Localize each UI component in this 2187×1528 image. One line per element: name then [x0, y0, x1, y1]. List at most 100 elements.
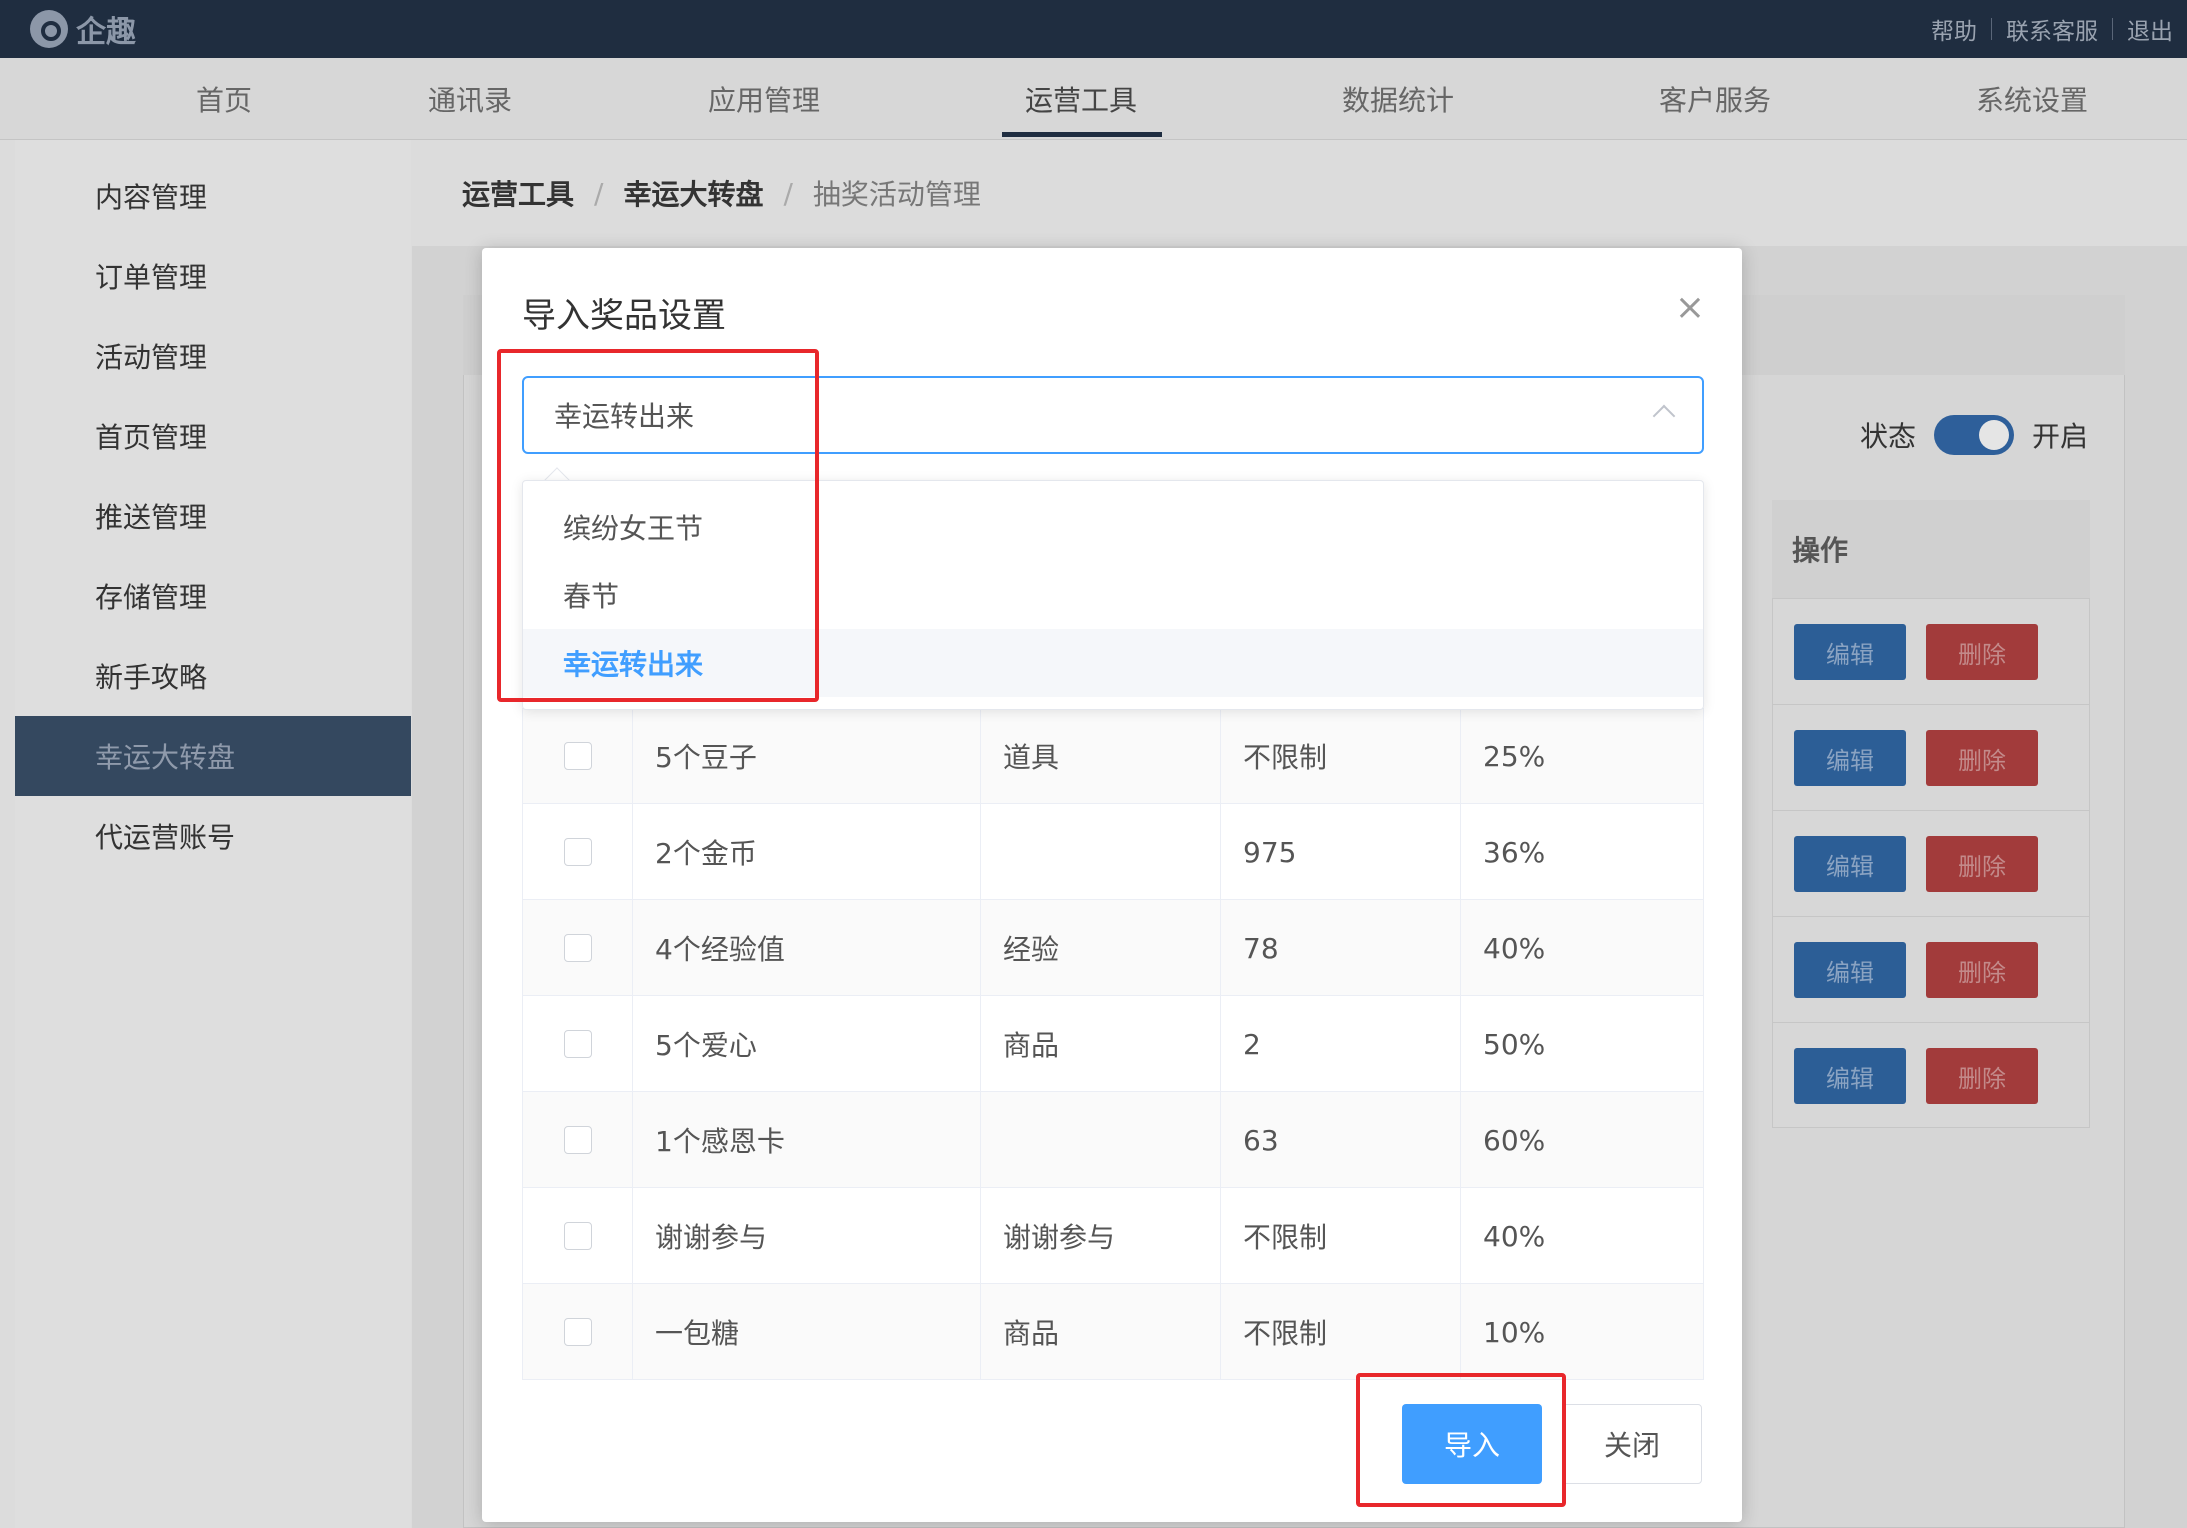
- contact-support-link[interactable]: 联系客服: [1992, 12, 2112, 46]
- status-switch[interactable]: [1934, 415, 2015, 455]
- close-button[interactable]: 关闭: [1562, 1404, 1702, 1484]
- delete-button[interactable]: 删除: [1926, 730, 2038, 786]
- row-checkbox[interactable]: [563, 1030, 592, 1058]
- table-row: 编辑 删除: [1772, 916, 2090, 1022]
- table-row: 一包糖 商品 不限制 10%: [522, 1284, 1704, 1380]
- table-row: 编辑 删除: [1772, 704, 2090, 810]
- row-checkbox[interactable]: [563, 742, 592, 770]
- activity-select[interactable]: 幸运转出来: [522, 376, 1704, 454]
- row-checkbox-cell: [523, 804, 633, 900]
- prize-type: 商品: [981, 996, 1221, 1092]
- prize-rate: 10%: [1483, 1315, 1546, 1349]
- row-checkbox-cell: [523, 708, 633, 804]
- select-value: 幸运转出来: [554, 400, 695, 433]
- nav-system-settings[interactable]: 系统设置: [1976, 58, 2088, 140]
- main-nav: 首页 通讯录 应用管理 运营工具 数据统计 客户服务 系统设置: [0, 58, 2187, 140]
- breadcrumb-separator: /: [594, 176, 604, 210]
- prize-name: 2个金币: [633, 804, 981, 900]
- prize-name: 谢谢参与: [633, 1188, 981, 1284]
- dropdown-option[interactable]: 春节: [523, 561, 1703, 629]
- prize-limit: 不限制: [1221, 1284, 1461, 1380]
- sidebar-item-activities[interactable]: 活动管理: [15, 316, 411, 396]
- prize-name: 5个豆子: [633, 708, 981, 804]
- prize-rate: 25%: [1483, 739, 1546, 773]
- prize-limit: 不限制: [1221, 708, 1461, 804]
- prize-type: 商品: [981, 1284, 1221, 1380]
- table-row: 4个经验值 经验 78 40%: [522, 900, 1704, 996]
- nav-home[interactable]: 首页: [196, 58, 252, 140]
- row-checkbox-cell: [523, 1284, 633, 1380]
- delete-button[interactable]: 删除: [1926, 836, 2038, 892]
- sidebar-item-content[interactable]: 内容管理: [15, 156, 411, 236]
- import-prize-dialog: 导入奖品设置 × 幸运转出来 5个豆子 道具 不限制 25% 2个金币 975 …: [482, 248, 1742, 1522]
- nav-operation-tools[interactable]: 运营工具: [1025, 58, 1137, 140]
- edit-button[interactable]: 编辑: [1794, 624, 1906, 680]
- chevron-up-icon: [1652, 404, 1676, 428]
- prize-rate: 40%: [1483, 1219, 1546, 1253]
- activity-dropdown: 缤纷女王节 春节 幸运转出来: [522, 480, 1704, 710]
- row-checkbox-cell: [523, 1092, 633, 1188]
- dropdown-option[interactable]: 缤纷女王节: [523, 493, 1703, 561]
- prize-rate: 50%: [1483, 1027, 1546, 1061]
- nav-customer-service[interactable]: 客户服务: [1659, 58, 1771, 140]
- row-checkbox[interactable]: [563, 1222, 592, 1250]
- prize-name: 一包糖: [633, 1284, 981, 1380]
- row-checkbox-cell: [523, 1188, 633, 1284]
- breadcrumb-item[interactable]: 运营工具: [462, 173, 574, 213]
- dropdown-option-selected[interactable]: 幸运转出来: [523, 629, 1703, 697]
- sidebar-item-agent-account[interactable]: 代运营账号: [15, 796, 411, 876]
- nav-data-statistics[interactable]: 数据统计: [1342, 58, 1454, 140]
- delete-button[interactable]: 删除: [1926, 1048, 2038, 1104]
- sidebar: 内容管理 订单管理 活动管理 首页管理 推送管理 存储管理 新手攻略 幸运大转盘…: [15, 140, 411, 1528]
- row-checkbox[interactable]: [563, 1318, 592, 1346]
- table-row: 谢谢参与 谢谢参与 不限制 40%: [522, 1188, 1704, 1284]
- close-icon[interactable]: ×: [1672, 290, 1708, 326]
- prize-limit: 78: [1221, 900, 1461, 996]
- breadcrumb-separator: /: [783, 176, 793, 210]
- edit-button[interactable]: 编辑: [1794, 942, 1906, 998]
- status-value: 开启: [2032, 420, 2089, 453]
- status-toggle-group: 状态 开启: [1860, 415, 2088, 455]
- table-row: 1个感恩卡 63 60%: [522, 1092, 1704, 1188]
- edit-button[interactable]: 编辑: [1794, 730, 1906, 786]
- table-row: 编辑 删除: [1772, 810, 2090, 916]
- prize-limit: 不限制: [1221, 1188, 1461, 1284]
- prize-limit: 63: [1221, 1092, 1461, 1188]
- sidebar-item-lucky-wheel[interactable]: 幸运大转盘: [15, 716, 411, 796]
- sidebar-item-guide[interactable]: 新手攻略: [15, 636, 411, 716]
- status-label: 状态: [1860, 420, 1917, 453]
- help-link[interactable]: 帮助: [1917, 12, 1991, 46]
- delete-button[interactable]: 删除: [1926, 942, 2038, 998]
- app-logo[interactable]: 企趣: [30, 6, 136, 52]
- breadcrumb-current: 抽奖活动管理: [812, 178, 981, 211]
- sidebar-item-push[interactable]: 推送管理: [15, 476, 411, 556]
- logout-link[interactable]: 退出: [2113, 12, 2187, 46]
- row-checkbox[interactable]: [563, 838, 592, 866]
- prize-type: [981, 804, 1221, 900]
- sidebar-item-storage[interactable]: 存储管理: [15, 556, 411, 636]
- sidebar-item-homepage[interactable]: 首页管理: [15, 396, 411, 476]
- row-checkbox[interactable]: [563, 1126, 592, 1154]
- table-row: 编辑 删除: [1772, 1022, 2090, 1128]
- edit-button[interactable]: 编辑: [1794, 1048, 1906, 1104]
- table-row: 5个爱心 商品 2 50%: [522, 996, 1704, 1092]
- table-row: 5个豆子 道具 不限制 25%: [522, 708, 1704, 804]
- prize-limit: 975: [1221, 804, 1461, 900]
- prize-rate: 40%: [1483, 931, 1546, 965]
- ops-column-header: 操作: [1772, 500, 2090, 598]
- sidebar-item-orders[interactable]: 订单管理: [15, 236, 411, 316]
- prize-type: 道具: [981, 708, 1221, 804]
- edit-button[interactable]: 编辑: [1794, 836, 1906, 892]
- nav-app-management[interactable]: 应用管理: [708, 58, 820, 140]
- prize-type: [981, 1092, 1221, 1188]
- breadcrumb-item[interactable]: 幸运大转盘: [623, 173, 763, 213]
- delete-button[interactable]: 删除: [1926, 624, 2038, 680]
- row-checkbox-cell: [523, 996, 633, 1092]
- breadcrumb: 运营工具 / 幸运大转盘 / 抽奖活动管理: [412, 140, 2187, 246]
- row-checkbox[interactable]: [563, 934, 592, 962]
- import-button[interactable]: 导入: [1402, 1404, 1542, 1484]
- prize-rate: 60%: [1483, 1123, 1546, 1157]
- top-bar: 企趣 帮助 联系客服 退出: [0, 0, 2187, 58]
- nav-contacts[interactable]: 通讯录: [428, 58, 512, 140]
- top-links: 帮助 联系客服 退出: [1917, 0, 2187, 58]
